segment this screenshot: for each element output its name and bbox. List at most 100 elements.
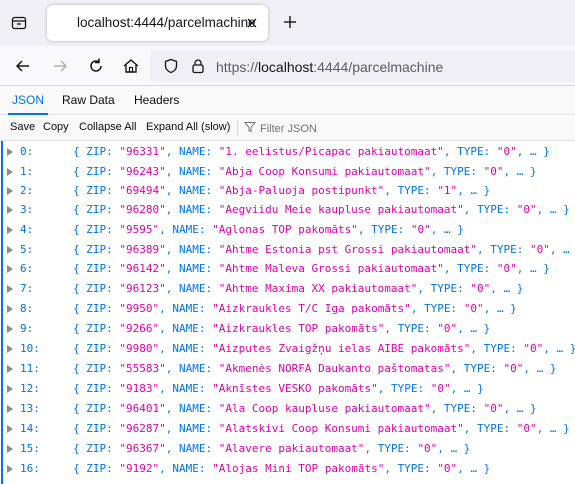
tree-row[interactable]: 14: { ZIP: "96287", NAME: "Alatskivi Coop… (0, 419, 575, 439)
tree-row[interactable]: 5: { ZIP: "96389", NAME: "Ahtme Estonia p… (0, 240, 575, 260)
expand-arrow-icon[interactable] (7, 325, 13, 333)
open-brace: { (73, 302, 80, 315)
tree-row[interactable]: 1: { ZIP: "96243", NAME: "Abja Coop Konsu… (0, 162, 575, 182)
tree-row[interactable]: 2: { ZIP: "69494", NAME: "Abja-Paluoja po… (0, 181, 575, 201)
expand-arrow-icon[interactable] (7, 425, 13, 433)
expand-arrow-icon[interactable] (7, 226, 13, 234)
lock-icon[interactable] (187, 55, 209, 77)
close-tab-icon[interactable] (245, 16, 259, 30)
name-value: "Alavere pakiautomaat" (218, 442, 365, 455)
expand-arrow-icon[interactable] (7, 187, 13, 195)
tab-json[interactable]: JSON (8, 87, 49, 115)
copy-button[interactable]: Copy (43, 121, 69, 133)
expand-arrow-icon[interactable] (7, 465, 13, 473)
expand-arrow-icon[interactable] (7, 385, 13, 393)
zip-value: "96389" (119, 243, 166, 256)
type-value: "0" (410, 223, 431, 236)
type-key: TYPE: (371, 223, 405, 236)
expand-arrow-icon[interactable] (7, 168, 13, 176)
type-key: TYPE: (377, 442, 411, 455)
name-key: NAME: (172, 462, 206, 475)
expand-arrow-icon[interactable] (7, 285, 13, 293)
expand-arrow-icon[interactable] (7, 246, 13, 254)
shield-icon[interactable] (160, 55, 182, 77)
zip-value: "96142" (119, 262, 166, 275)
name-key: NAME: (172, 322, 206, 335)
expand-arrow-icon[interactable] (7, 365, 13, 373)
home-icon[interactable] (120, 55, 142, 77)
tree-row[interactable]: 11: { ZIP: "55583", NAME: "Akmenės NORFA … (0, 359, 575, 379)
zip-value: "96401" (119, 402, 166, 415)
close-brace: … } (470, 462, 491, 475)
tree-row[interactable]: 0: { ZIP: "96331", NAME: "1. eelistus/Pic… (0, 142, 575, 162)
tree-row[interactable]: 16: { ZIP: "9192", NAME: "Alojas Mini TOP… (0, 459, 575, 479)
expand-arrow-icon[interactable] (7, 148, 13, 156)
close-brace: … } (549, 203, 570, 216)
save-button[interactable]: Save (10, 121, 35, 133)
tree-row[interactable]: 15: { ZIP: "96367", NAME: "Alavere pakiau… (0, 439, 575, 459)
close-brace: … } (450, 442, 471, 455)
close-brace: … } (503, 282, 524, 295)
type-key: TYPE: (477, 422, 511, 435)
close-brace: … } (530, 262, 550, 275)
type-value: "0" (496, 145, 517, 158)
zip-value: "9183" (119, 382, 160, 395)
close-brace: … } (463, 382, 484, 395)
expand-arrow-icon[interactable] (7, 405, 13, 413)
name-value: "Aizkraukles TOP pakomāts" (212, 322, 385, 335)
viewer-toolbar: Save Copy Collapse All Expand All (slow)… (0, 116, 575, 141)
tree-row[interactable]: 7: { ZIP: "96123", NAME: "Ahtme Maxima XX… (0, 279, 575, 299)
tree-row[interactable]: 4: { ZIP: "9595", NAME: "Aglonas TOP pako… (0, 220, 575, 240)
tab-headers[interactable]: Headers (130, 87, 183, 115)
close-brace: … } (470, 184, 491, 197)
zip-key: ZIP: (86, 203, 113, 216)
name-key: NAME: (172, 342, 206, 355)
tree-row[interactable]: 13: { ZIP: "96401", NAME: "Ala Coop kaupl… (0, 399, 575, 419)
tree-row[interactable]: 10: { ZIP: "9980", NAME: "Aizputes Zvaigž… (0, 339, 575, 359)
tree-row[interactable]: 9: { ZIP: "9266", NAME: "Aizkraukles TOP … (0, 319, 575, 339)
type-key: TYPE: (463, 362, 497, 375)
open-brace: { (73, 165, 80, 178)
zip-key: ZIP: (86, 382, 113, 395)
name-value: "Alojas Mini TOP pakomāts" (212, 462, 385, 475)
expand-all-button[interactable]: Expand All (slow) (146, 121, 230, 133)
json-tree: 0: { ZIP: "96331", NAME: "1. eelistus/Pic… (0, 141, 575, 484)
close-brace: … } (516, 402, 537, 415)
filter-json-input[interactable]: Filter JSON (243, 120, 317, 137)
type-value: "0" (503, 362, 524, 375)
tree-row[interactable]: 6: { ZIP: "96142", NAME: "Ahtme Maleva Gr… (0, 259, 575, 279)
zip-value: "9192" (119, 462, 160, 475)
name-key: NAME: (178, 165, 213, 178)
browser-tab[interactable]: localhost:4444/parcelmachine (47, 5, 268, 41)
url-bar[interactable]: https://localhost:4444/parcelmachine (150, 50, 575, 82)
tree-row[interactable]: 8: { ZIP: "9950", NAME: "Aizkraukles T/C … (0, 299, 575, 319)
name-key: NAME: (178, 262, 213, 275)
zip-key: ZIP: (86, 342, 113, 355)
collapse-all-button[interactable]: Collapse All (79, 121, 136, 133)
row-preview: { ZIP: "96389", NAME: "Ahtme Estonia pst… (73, 240, 575, 260)
reload-icon[interactable] (85, 55, 107, 77)
expand-arrow-icon[interactable] (7, 345, 13, 353)
name-value: "Ahtme Maxima XX pakiautomaat" (218, 282, 418, 295)
expand-arrow-icon[interactable] (7, 206, 13, 214)
zip-value: "96367" (119, 442, 166, 455)
expand-arrow-icon[interactable] (7, 265, 13, 273)
row-preview: { ZIP: "9192", NAME: "Alojas Mini TOP pa… (73, 462, 491, 475)
tree-row[interactable]: 3: { ZIP: "96280", NAME: "Aegviidu Meie k… (0, 200, 575, 220)
expand-arrow-icon[interactable] (7, 445, 13, 453)
expand-arrow-icon[interactable] (7, 305, 13, 313)
close-brace: … } (496, 302, 517, 315)
url-path: :4444/parcelmachine (313, 59, 444, 75)
row-index: 1: (20, 165, 34, 178)
tab-list-icon[interactable] (8, 12, 30, 34)
row-index: 12: (20, 382, 40, 395)
tab-raw-data[interactable]: Raw Data (58, 87, 119, 115)
url-text[interactable]: https://localhost:4444/parcelmachine (216, 59, 443, 75)
new-tab-icon[interactable] (281, 13, 299, 31)
toolbar-divider (237, 120, 238, 136)
type-value: "0" (483, 402, 504, 415)
zip-key: ZIP: (86, 302, 113, 315)
forward-icon[interactable] (49, 55, 71, 77)
tree-row[interactable]: 12: { ZIP: "9183", NAME: "Aknīstes VESKO … (0, 379, 575, 399)
back-icon[interactable] (12, 55, 34, 77)
